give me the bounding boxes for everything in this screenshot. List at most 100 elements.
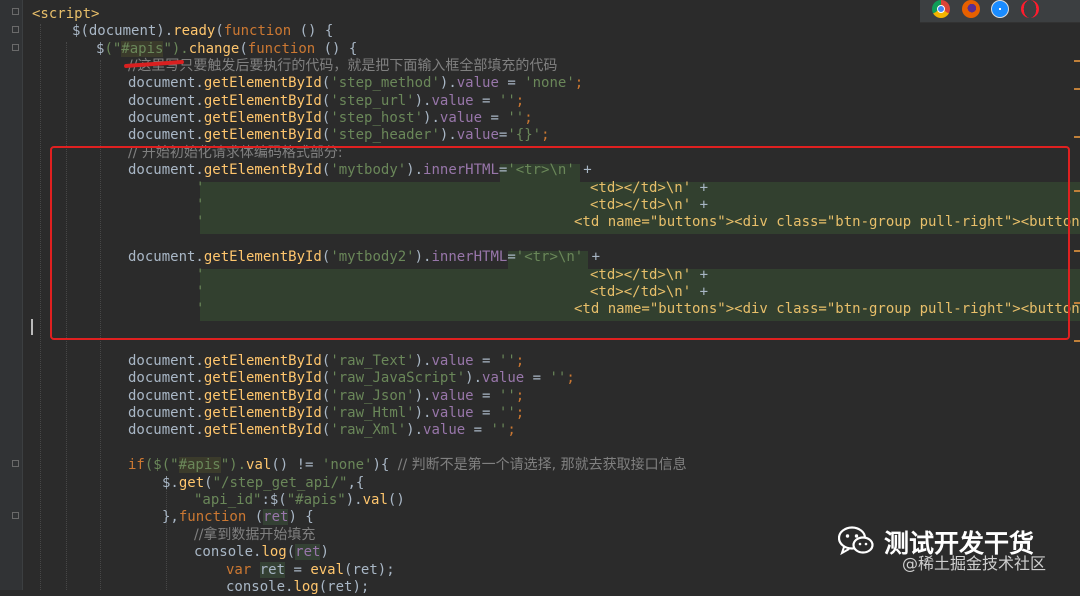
code-token: ). bbox=[406, 422, 424, 438]
scroll-marker[interactable] bbox=[1074, 250, 1080, 252]
code-comment: //这里写只要触发后要执行的代码，就是把下面输入框全部填充的代码 bbox=[128, 58, 558, 74]
code-token: 'raw_Json' bbox=[330, 388, 415, 404]
code-token: ready bbox=[173, 23, 216, 39]
code-token: "#apis" bbox=[286, 492, 346, 508]
code-token: 'none' bbox=[321, 457, 373, 473]
code-line[interactable]: document.getElementById('raw_JavaScript'… bbox=[128, 370, 575, 387]
code-token: value bbox=[431, 388, 474, 404]
code-token: val bbox=[246, 457, 272, 473]
code-line[interactable]: $.get("/step_get_api/",{ bbox=[162, 475, 364, 492]
code-token: val bbox=[362, 492, 388, 508]
code-token: 'step_host' bbox=[330, 110, 424, 126]
scroll-marker[interactable] bbox=[1074, 302, 1080, 304]
code-token: document. bbox=[128, 93, 204, 109]
code-token: #apis bbox=[178, 457, 221, 473]
safari-icon[interactable] bbox=[991, 0, 1009, 18]
code-token: ). bbox=[439, 75, 457, 91]
code-line[interactable]: console.log(ret); bbox=[226, 579, 369, 596]
code-token: getElementById bbox=[203, 93, 322, 109]
opera-icon[interactable] bbox=[1021, 0, 1039, 18]
code-token: eval bbox=[310, 562, 345, 578]
code-token: ($(" bbox=[144, 457, 179, 473]
code-token: getElementById bbox=[203, 405, 322, 421]
fold-marker-icon[interactable] bbox=[12, 44, 19, 51]
code-token: ). bbox=[414, 353, 432, 369]
firefox-icon[interactable] bbox=[962, 0, 980, 18]
code-line[interactable]: document.getElementById('step_host').val… bbox=[128, 110, 533, 127]
fold-marker-icon[interactable] bbox=[12, 512, 19, 519]
code-token: value bbox=[423, 422, 466, 438]
fold-marker-icon[interactable] bbox=[12, 460, 19, 467]
code-line[interactable]: if($("#apis").val() != 'none'){ // 判断不是第… bbox=[128, 457, 687, 474]
indent-guide bbox=[40, 24, 41, 590]
code-line[interactable]: $("#apis").change(function () { bbox=[96, 41, 357, 58]
code-line[interactable]: document.getElementById('raw_Html').valu… bbox=[128, 405, 524, 422]
code-line[interactable]: },function (ret) { bbox=[162, 509, 314, 526]
code-token: getElementById bbox=[203, 388, 322, 404]
code-line[interactable]: document.getElementById('raw_Json').valu… bbox=[128, 388, 524, 405]
fold-marker-icon[interactable] bbox=[12, 26, 19, 33]
code-token: ( bbox=[239, 41, 248, 57]
code-line[interactable]: var ret = eval(ret); bbox=[226, 562, 395, 579]
code-token: ; bbox=[515, 388, 525, 404]
code-token: = bbox=[285, 562, 311, 578]
code-token: '' bbox=[498, 405, 516, 421]
code-token: }, bbox=[162, 509, 179, 525]
chrome-icon[interactable] bbox=[932, 0, 950, 18]
code-token: = bbox=[473, 405, 499, 421]
code-token: getElementById bbox=[203, 110, 322, 126]
code-line[interactable]: document.getElementById('raw_Text').valu… bbox=[128, 353, 524, 370]
code-token: ). bbox=[345, 492, 363, 508]
code-token: function bbox=[178, 509, 247, 525]
code-line[interactable]: "api_id":$("#apis").val() bbox=[194, 492, 405, 509]
code-token: getElementById bbox=[203, 370, 322, 386]
code-token: ). bbox=[423, 110, 440, 126]
code-comment: //拿到数据开始填充 bbox=[194, 527, 316, 543]
scrollbar-markers[interactable] bbox=[1074, 40, 1080, 360]
code-line[interactable]: document.getElementById('raw_Xml').value… bbox=[128, 422, 516, 439]
code-token: ; bbox=[507, 422, 516, 438]
code-token: ( bbox=[246, 509, 264, 525]
code-line[interactable]: $(document).ready(function () { bbox=[72, 23, 333, 40]
annotation-highlight-box bbox=[50, 146, 1070, 340]
scroll-marker[interactable] bbox=[1074, 136, 1080, 138]
code-token: ( bbox=[215, 23, 224, 39]
code-token: (" bbox=[104, 41, 122, 57]
scroll-marker[interactable] bbox=[1074, 88, 1080, 90]
code-token: '' bbox=[549, 370, 567, 386]
code-line[interactable]: //这里写只要触发后要执行的代码，就是把下面输入框全部填充的代码 bbox=[128, 58, 557, 75]
scroll-marker[interactable] bbox=[1074, 190, 1080, 192]
code-token: var bbox=[226, 562, 252, 578]
code-token: function bbox=[223, 23, 292, 39]
code-line[interactable]: document.getElementById('step_method').v… bbox=[128, 75, 583, 92]
code-token: ). bbox=[439, 127, 457, 143]
watermark-subtitle: @稀土掘金技术社区 bbox=[902, 554, 1047, 573]
code-line[interactable]: console.log(ret) bbox=[194, 544, 329, 561]
code-line[interactable]: <script> bbox=[32, 6, 99, 23]
code-token: = bbox=[465, 422, 491, 438]
code-token: = bbox=[473, 93, 499, 109]
code-line[interactable]: document.getElementById('step_header').v… bbox=[128, 127, 550, 144]
code-token: change bbox=[188, 41, 240, 57]
scroll-marker[interactable] bbox=[1074, 340, 1080, 342]
code-token: "). bbox=[220, 457, 247, 473]
scroll-marker[interactable] bbox=[1074, 60, 1080, 62]
code-token: document. bbox=[128, 388, 204, 404]
code-token: :$( bbox=[261, 492, 287, 508]
code-token: = bbox=[473, 388, 499, 404]
code-token: '' bbox=[490, 422, 508, 438]
code-token: 'raw_Html' bbox=[330, 405, 415, 421]
code-token: document. bbox=[128, 422, 204, 438]
code-token: ){ bbox=[372, 457, 398, 473]
code-line[interactable]: document.getElementById('step_url').valu… bbox=[128, 93, 524, 110]
code-line[interactable]: //拿到数据开始填充 bbox=[194, 527, 315, 544]
code-token: ). bbox=[414, 388, 432, 404]
code-token: = bbox=[482, 110, 508, 126]
code-token: $. bbox=[162, 475, 179, 491]
code-token: log bbox=[261, 544, 287, 560]
code-token: '{}' bbox=[507, 127, 542, 143]
code-token: () { bbox=[315, 41, 358, 57]
indent-guide bbox=[166, 476, 167, 590]
code-editor[interactable]: <script> $(document).ready(function () {… bbox=[0, 0, 1080, 595]
fold-marker-icon[interactable] bbox=[12, 8, 19, 15]
